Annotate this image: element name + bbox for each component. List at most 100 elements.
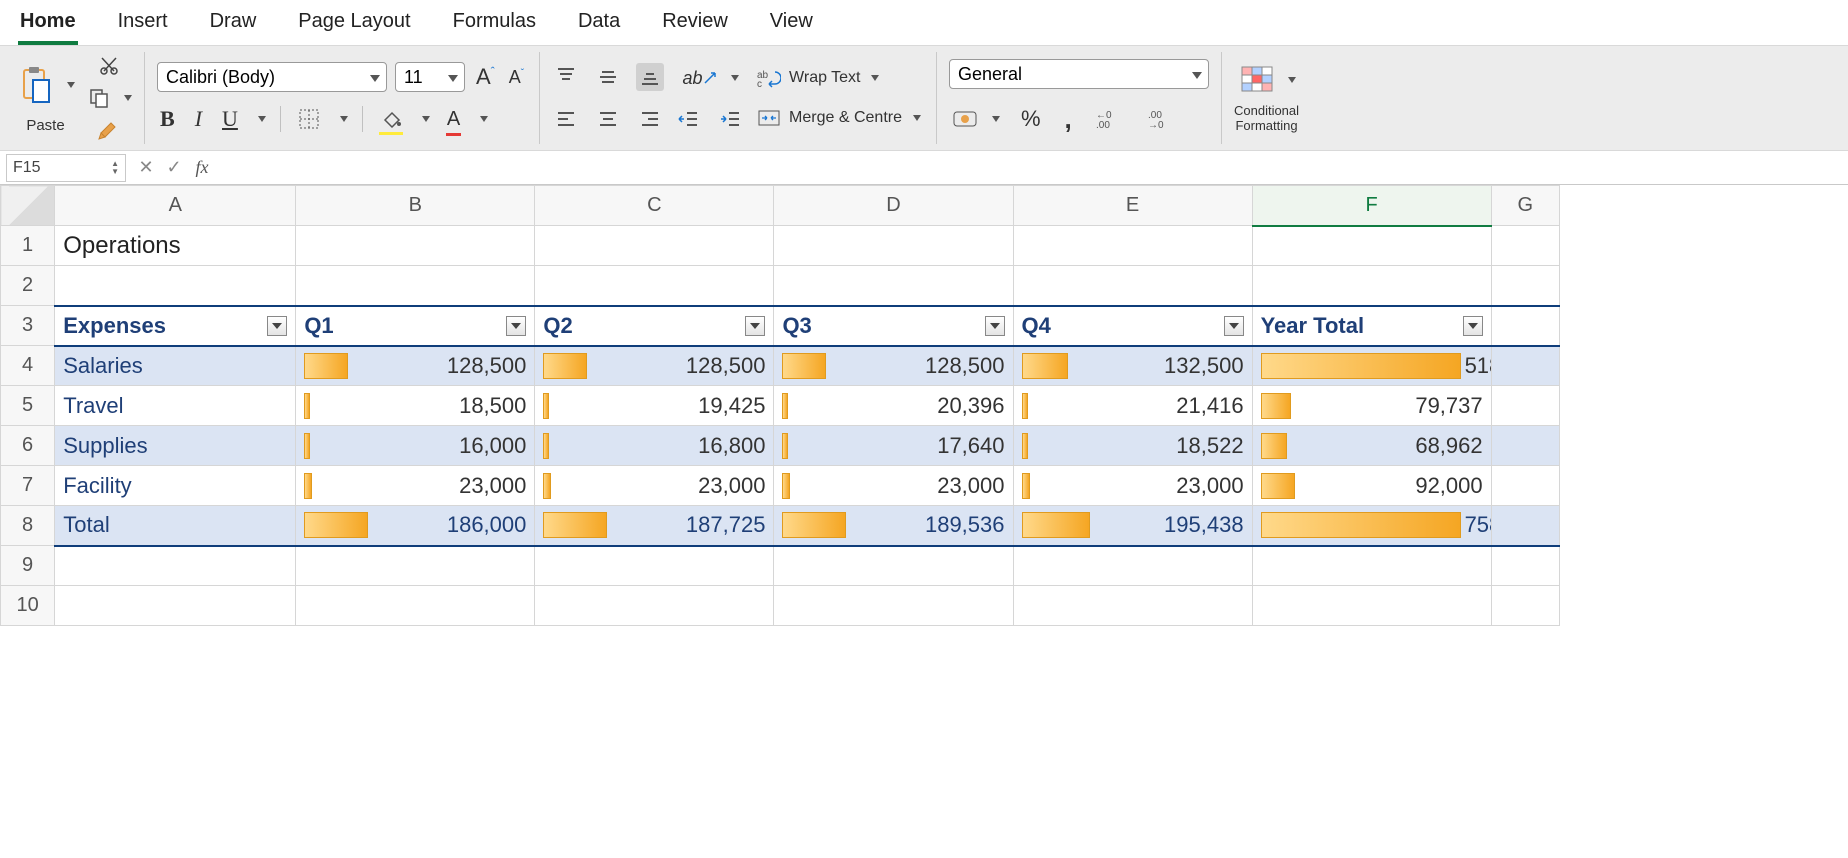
row-header-6[interactable]: 6 [1, 426, 55, 466]
cell-G4[interactable] [1491, 346, 1559, 386]
cell-G7[interactable] [1491, 466, 1559, 506]
row-header-8[interactable]: 8 [1, 506, 55, 546]
fill-color-button[interactable] [377, 105, 405, 133]
conditional-formatting-dropdown-icon[interactable] [1288, 77, 1296, 83]
cell-C2[interactable] [535, 266, 774, 306]
tab-page-layout[interactable]: Page Layout [296, 6, 412, 45]
cell-A9[interactable] [55, 546, 296, 586]
tab-insert[interactable]: Insert [116, 6, 170, 45]
cell-C4[interactable]: 128,500 [535, 346, 774, 386]
cell-C6[interactable]: 16,800 [535, 426, 774, 466]
cell-D3[interactable]: Q3 [774, 306, 1013, 346]
comma-style-button[interactable]: , [1062, 101, 1075, 138]
cell-E1[interactable] [1013, 226, 1252, 266]
cell-A1[interactable]: Operations [55, 226, 296, 266]
filter-button-year-total[interactable] [1463, 316, 1483, 336]
accounting-dropdown-icon[interactable] [992, 116, 1000, 122]
format-painter-button[interactable] [94, 116, 124, 144]
cut-button[interactable] [95, 52, 123, 80]
cell-B5[interactable]: 18,500 [296, 386, 535, 426]
cell-A7[interactable]: Facility [55, 466, 296, 506]
cell-E5[interactable]: 21,416 [1013, 386, 1252, 426]
accounting-format-button[interactable] [949, 106, 981, 132]
conditional-formatting-button[interactable] [1237, 62, 1277, 98]
cell-C7[interactable]: 23,000 [535, 466, 774, 506]
name-box[interactable]: F15 ▲▼ [6, 154, 126, 182]
cell-B6[interactable]: 16,000 [296, 426, 535, 466]
cell-E10[interactable] [1013, 586, 1252, 626]
cell-D8[interactable]: 189,536 [774, 506, 1013, 546]
cell-D7[interactable]: 23,000 [774, 466, 1013, 506]
wrap-text-button[interactable]: abc Wrap Text [754, 65, 882, 91]
align-bottom-button[interactable] [636, 63, 664, 91]
paste-button[interactable] [16, 63, 56, 107]
font-color-dropdown-icon[interactable] [480, 116, 488, 122]
row-header-1[interactable]: 1 [1, 226, 55, 266]
merge-centre-button[interactable]: Merge & Centre [754, 105, 924, 131]
tab-view[interactable]: View [768, 6, 815, 45]
cell-F1[interactable] [1252, 226, 1491, 266]
cell-E7[interactable]: 23,000 [1013, 466, 1252, 506]
cell-G6[interactable] [1491, 426, 1559, 466]
font-name-select[interactable]: Calibri (Body) [157, 62, 387, 92]
cell-C1[interactable] [535, 226, 774, 266]
row-header-3[interactable]: 3 [1, 306, 55, 346]
copy-dropdown-icon[interactable] [124, 95, 132, 101]
cell-D2[interactable] [774, 266, 1013, 306]
borders-button[interactable] [295, 105, 323, 133]
row-header-9[interactable]: 9 [1, 546, 55, 586]
cell-C5[interactable]: 19,425 [535, 386, 774, 426]
cell-E3[interactable]: Q4 [1013, 306, 1252, 346]
cell-F6[interactable]: 68,962 [1252, 426, 1491, 466]
filter-button-q1[interactable] [506, 316, 526, 336]
cell-C9[interactable] [535, 546, 774, 586]
cell-C3[interactable]: Q2 [535, 306, 774, 346]
cell-E6[interactable]: 18,522 [1013, 426, 1252, 466]
shrink-font-button[interactable]: Aˇ [506, 64, 527, 91]
align-center-button[interactable] [594, 105, 622, 133]
col-header-B[interactable]: B [296, 186, 535, 226]
worksheet-grid[interactable]: A B C D E F G 1 Operations 2 3 Expenses … [0, 185, 1848, 626]
cell-G10[interactable] [1491, 586, 1559, 626]
percent-button[interactable]: % [1018, 103, 1044, 135]
col-header-A[interactable]: A [55, 186, 296, 226]
cell-D1[interactable] [774, 226, 1013, 266]
italic-button[interactable]: I [192, 103, 205, 135]
cell-B4[interactable]: 128,500 [296, 346, 535, 386]
cell-A3[interactable]: Expenses [55, 306, 296, 346]
cell-A10[interactable] [55, 586, 296, 626]
copy-button[interactable] [85, 84, 113, 112]
row-header-10[interactable]: 10 [1, 586, 55, 626]
cell-A8[interactable]: Total [55, 506, 296, 546]
bold-button[interactable]: B [157, 103, 178, 135]
tab-formulas[interactable]: Formulas [451, 6, 538, 45]
wrap-text-dropdown-icon[interactable] [871, 75, 879, 81]
cell-C10[interactable] [535, 586, 774, 626]
tab-draw[interactable]: Draw [208, 6, 259, 45]
underline-button[interactable]: U [219, 103, 241, 135]
cell-A5[interactable]: Travel [55, 386, 296, 426]
orientation-dropdown-icon[interactable] [731, 75, 739, 81]
col-header-E[interactable]: E [1013, 186, 1252, 226]
cell-G9[interactable] [1491, 546, 1559, 586]
filter-button-expenses[interactable] [267, 316, 287, 336]
formula-input[interactable] [216, 151, 1848, 184]
name-box-spinner[interactable]: ▲▼ [111, 160, 119, 176]
cell-G5[interactable] [1491, 386, 1559, 426]
row-header-5[interactable]: 5 [1, 386, 55, 426]
select-all-corner[interactable] [1, 186, 55, 226]
confirm-formula-button[interactable]: ✓ [160, 157, 188, 178]
cell-D9[interactable] [774, 546, 1013, 586]
decrease-decimal-button[interactable]: .00→0 [1145, 106, 1179, 132]
align-right-button[interactable] [636, 105, 664, 133]
cell-E8[interactable]: 195,438 [1013, 506, 1252, 546]
filter-button-q3[interactable] [985, 316, 1005, 336]
cell-B8[interactable]: 186,000 [296, 506, 535, 546]
row-header-7[interactable]: 7 [1, 466, 55, 506]
cell-F9[interactable] [1252, 546, 1491, 586]
col-header-D[interactable]: D [774, 186, 1013, 226]
filter-button-q4[interactable] [1224, 316, 1244, 336]
cell-F3[interactable]: Year Total [1252, 306, 1491, 346]
cell-F5[interactable]: 79,737 [1252, 386, 1491, 426]
cell-F7[interactable]: 92,000 [1252, 466, 1491, 506]
